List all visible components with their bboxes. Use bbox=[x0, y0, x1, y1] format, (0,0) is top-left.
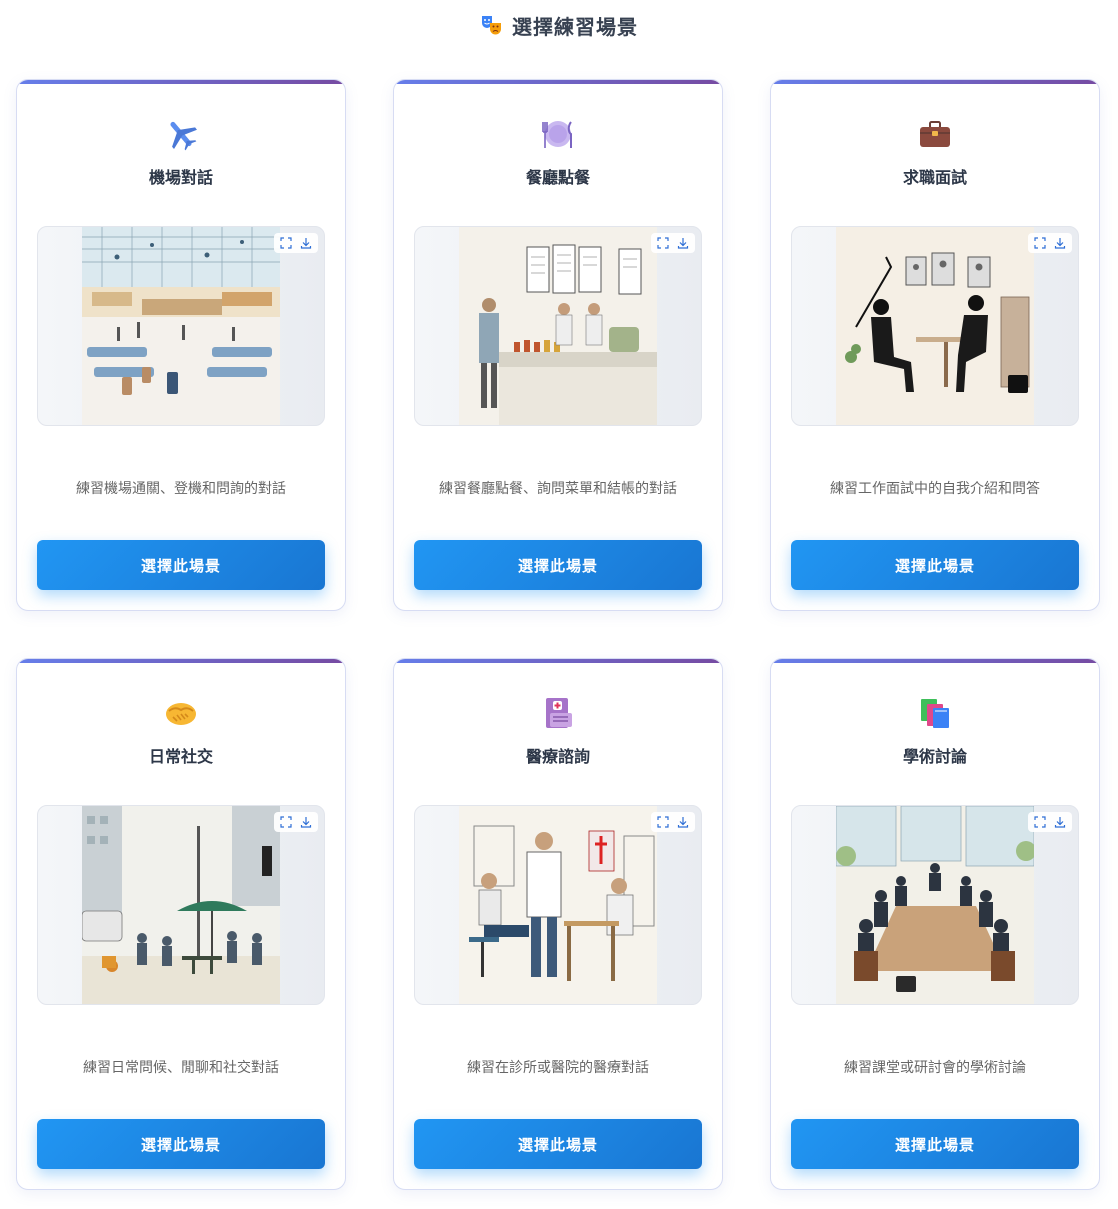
airport-illustration bbox=[82, 227, 280, 425]
scenario-title: 機場對話 bbox=[148, 168, 213, 187]
scenario-description: 練習日常問候、閒聊和社交對話 bbox=[83, 1060, 279, 1076]
scenario-title: 學術討論 bbox=[902, 747, 967, 766]
scenario-card-interview[interactable]: 求職面試 練習工作面試中的自我介紹和問答 選擇此場景 bbox=[770, 79, 1100, 611]
medical-record-icon bbox=[394, 693, 722, 733]
image-toolbar bbox=[651, 812, 695, 832]
scenario-image-frame bbox=[414, 805, 702, 1005]
select-scenario-button[interactable]: 選擇此場景 bbox=[414, 540, 702, 590]
select-scenario-button[interactable]: 選擇此場景 bbox=[414, 1119, 702, 1169]
image-toolbar bbox=[1028, 233, 1072, 253]
image-toolbar bbox=[1028, 812, 1072, 832]
select-scenario-button[interactable]: 選擇此場景 bbox=[791, 1119, 1079, 1169]
fullscreen-icon[interactable] bbox=[654, 235, 672, 251]
scenario-card-airport[interactable]: 機場對話 練習機場通關、登機和問詢的對話 選擇此場景 bbox=[16, 79, 346, 611]
scenario-image-frame bbox=[791, 805, 1079, 1005]
fullscreen-icon[interactable] bbox=[277, 814, 295, 830]
scenario-title: 求職面試 bbox=[902, 168, 967, 187]
scenario-card-restaurant[interactable]: 餐廳點餐 練習餐廳點餐、詢問菜單和結帳的對話 選擇此場景 bbox=[393, 79, 723, 611]
select-scenario-button[interactable]: 選擇此場景 bbox=[791, 540, 1079, 590]
fullscreen-icon[interactable] bbox=[654, 814, 672, 830]
restaurant-illustration bbox=[459, 227, 657, 425]
scenario-description: 練習課堂或研討會的學術討論 bbox=[844, 1060, 1026, 1076]
scenario-card-social[interactable]: 日常社交 練習日常問候、閒聊和社交對話 選擇此場景 bbox=[16, 658, 346, 1190]
scenario-image-frame bbox=[37, 805, 325, 1005]
books-icon bbox=[771, 693, 1099, 733]
page-title: 選擇練習場景 bbox=[512, 14, 638, 39]
scenario-description: 練習在診所或醫院的醫療對話 bbox=[467, 1060, 649, 1076]
interview-illustration bbox=[836, 227, 1034, 425]
page-header: 選擇練習場景 bbox=[0, 8, 1118, 42]
scenario-card-medical[interactable]: 醫療諮詢 練習在診所或醫院的醫療對話 選擇此場景 bbox=[393, 658, 723, 1190]
airplane-icon bbox=[17, 114, 345, 154]
scenario-image-frame bbox=[414, 226, 702, 426]
scenario-title: 醫療諮詢 bbox=[525, 747, 590, 766]
social-street-illustration bbox=[82, 806, 280, 1004]
fullscreen-icon[interactable] bbox=[277, 235, 295, 251]
handshake-icon bbox=[17, 693, 345, 733]
image-toolbar bbox=[651, 233, 695, 253]
academic-meeting-illustration bbox=[836, 806, 1034, 1004]
scenario-title: 餐廳點餐 bbox=[525, 168, 590, 187]
scenario-title: 日常社交 bbox=[148, 747, 213, 766]
download-icon[interactable] bbox=[1051, 235, 1069, 251]
download-icon[interactable] bbox=[674, 235, 692, 251]
fullscreen-icon[interactable] bbox=[1031, 814, 1049, 830]
download-icon[interactable] bbox=[1051, 814, 1069, 830]
theater-masks-icon bbox=[480, 13, 504, 37]
fork-knife-plate-icon bbox=[394, 114, 722, 154]
scenario-image-frame bbox=[37, 226, 325, 426]
download-icon[interactable] bbox=[297, 235, 315, 251]
select-scenario-button[interactable]: 選擇此場景 bbox=[37, 540, 325, 590]
medical-clinic-illustration bbox=[459, 806, 657, 1004]
image-toolbar bbox=[274, 812, 318, 832]
select-scenario-button[interactable]: 選擇此場景 bbox=[37, 1119, 325, 1169]
fullscreen-icon[interactable] bbox=[1031, 235, 1049, 251]
scenario-description: 練習餐廳點餐、詢問菜單和結帳的對話 bbox=[439, 481, 677, 497]
download-icon[interactable] bbox=[674, 814, 692, 830]
scenario-description: 練習工作面試中的自我介紹和問答 bbox=[830, 481, 1040, 497]
briefcase-icon bbox=[771, 114, 1099, 154]
scenario-image-frame bbox=[791, 226, 1079, 426]
scenario-card-academic[interactable]: 學術討論 練習課堂或研討會的學術討論 選擇此場景 bbox=[770, 658, 1100, 1190]
image-toolbar bbox=[274, 233, 318, 253]
scenario-description: 練習機場通關、登機和問詢的對話 bbox=[76, 481, 286, 497]
download-icon[interactable] bbox=[297, 814, 315, 830]
